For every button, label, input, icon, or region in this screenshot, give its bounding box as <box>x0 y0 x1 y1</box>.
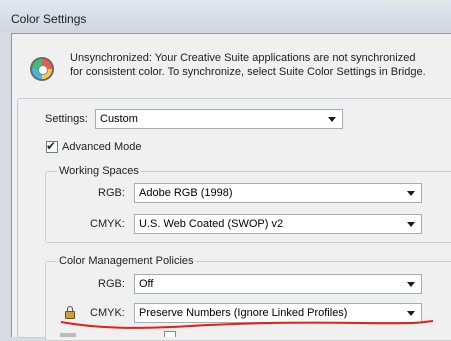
working-spaces-title: Working Spaces <box>57 165 141 177</box>
settings-label: Settings: <box>45 113 88 125</box>
chevron-down-icon <box>407 282 415 287</box>
next-row-control-partial[interactable] <box>164 331 176 337</box>
working-cmyk-dropdown[interactable]: U.S. Web Coated (SWOP) v2 <box>134 214 422 234</box>
policy-rgb-value: Off <box>139 278 154 290</box>
title-bar[interactable]: Color Settings <box>0 0 451 32</box>
color-wheel-icon <box>30 57 54 81</box>
advanced-mode-label[interactable]: Advanced Mode <box>62 141 142 153</box>
working-rgb-dropdown[interactable]: Adobe RGB (1998) <box>134 183 422 203</box>
red-annotation-underline <box>60 320 434 329</box>
sync-status-message: Unsynchronized: Your Creative Suite appl… <box>70 52 426 78</box>
working-cmyk-label: CMYK: <box>90 218 125 230</box>
advanced-mode-checkbox[interactable]: ✔ <box>46 139 58 153</box>
chevron-down-icon <box>407 191 415 196</box>
chevron-down-icon <box>328 117 336 122</box>
chevron-down-icon <box>407 222 415 227</box>
policy-rgb-dropdown[interactable]: Off <box>134 274 422 294</box>
policy-rgb-label: RGB: <box>98 278 125 290</box>
settings-dropdown[interactable]: Custom <box>95 109 343 129</box>
checkmark-icon: ✔ <box>46 139 57 153</box>
working-cmyk-value: U.S. Web Coated (SWOP) v2 <box>139 218 284 230</box>
working-rgb-value: Adobe RGB (1998) <box>139 187 233 199</box>
next-row-label-partial <box>60 333 76 337</box>
settings-value: Custom <box>100 113 138 125</box>
window-title: Color Settings <box>11 12 87 26</box>
policies-title: Color Management Policies <box>57 255 196 267</box>
working-rgb-label: RGB: <box>98 187 125 199</box>
